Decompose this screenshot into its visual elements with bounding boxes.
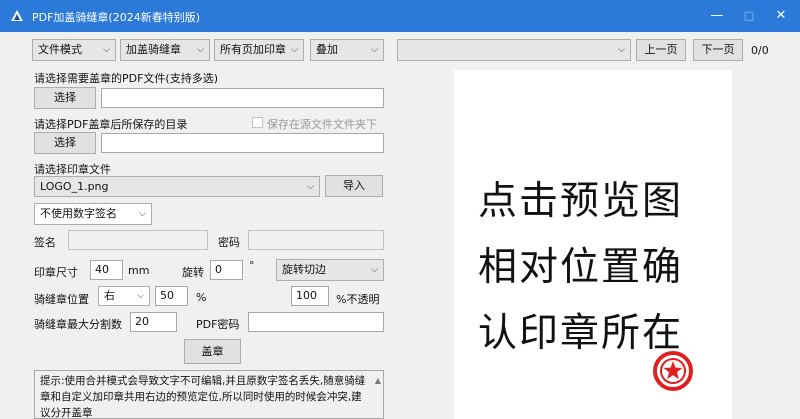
pages-select[interactable]: 所有页加印章 ⌵ bbox=[214, 39, 304, 61]
chevron-down-icon: ⌵ bbox=[291, 45, 298, 55]
save-in-source-label: 保存在源文件文件夹下 bbox=[267, 118, 377, 131]
signature-mode-value: 不使用数字签名 bbox=[40, 207, 117, 220]
title-bar: PDF加盖骑缝章(2024新春特别版) — □ ✕ bbox=[0, 0, 800, 32]
signature-mode-select[interactable]: 不使用数字签名 ⌵ bbox=[34, 203, 152, 225]
position-side-select[interactable]: 右 ⌵ bbox=[98, 286, 150, 306]
mode-select-value: 文件模式 bbox=[38, 43, 82, 56]
stamp-file-label: 请选择印章文件 bbox=[34, 163, 111, 176]
stamp-file-value: LOGO_1.png bbox=[40, 180, 109, 193]
mode-select[interactable]: 文件模式 ⌵ bbox=[32, 39, 116, 61]
tip-textbox[interactable]: 提示:使用合并模式会导致文字不可编辑,并且原数字签名丢失,随意骑缝章和自定义加印… bbox=[34, 370, 384, 419]
opacity-label: %不透明 bbox=[336, 293, 380, 306]
max-split-input[interactable]: 20 bbox=[130, 312, 177, 332]
preview-text-line-2: 相对位置确 bbox=[478, 245, 684, 290]
next-page-button[interactable]: 下一页 bbox=[693, 39, 743, 61]
output-dir-input[interactable] bbox=[101, 133, 384, 153]
pdf-password-input[interactable] bbox=[248, 312, 384, 332]
degree-symbol: ° bbox=[249, 259, 255, 272]
pdf-select-label: 请选择需要盖章的PDF文件(支持多选) bbox=[34, 72, 219, 85]
window-title: PDF加盖骑缝章(2024新春特别版) bbox=[32, 11, 201, 24]
position-label: 骑缝章位置 bbox=[34, 293, 89, 306]
position-percent-input[interactable]: 50 bbox=[155, 286, 188, 306]
maximize-button[interactable]: □ bbox=[732, 0, 766, 32]
page-counter: 0/0 bbox=[751, 44, 769, 57]
position-side-value: 右 bbox=[104, 289, 115, 302]
preview-text-line-1: 点击预览图 bbox=[478, 179, 684, 224]
signature-name-input bbox=[68, 230, 208, 250]
stamp-size-unit: mm bbox=[128, 264, 150, 277]
stamp-star-icon bbox=[653, 351, 693, 391]
chevron-down-icon: ⌵ bbox=[371, 265, 378, 275]
chevron-down-icon: ⌵ bbox=[618, 45, 625, 55]
rotate-input[interactable]: 0 bbox=[210, 260, 243, 280]
close-button[interactable]: ✕ bbox=[764, 0, 798, 32]
prev-page-button[interactable]: 上一页 bbox=[636, 39, 686, 61]
scroll-up-icon[interactable]: ▲ bbox=[375, 373, 381, 389]
rotate-mode-value: 旋转切边 bbox=[282, 263, 326, 276]
max-split-label: 骑缝章最大分割数 bbox=[34, 318, 122, 331]
signature-name-label: 签名 bbox=[34, 236, 56, 249]
position-percent-unit: % bbox=[196, 291, 207, 304]
opacity-input[interactable]: 100 bbox=[291, 286, 329, 306]
stamp-type-select[interactable]: 加盖骑缝章 ⌵ bbox=[120, 39, 210, 61]
chevron-down-icon: ⌵ bbox=[103, 45, 110, 55]
pdf-select-button[interactable]: 选择 bbox=[34, 87, 96, 109]
preview-pane[interactable]: 点击预览图 相对位置确 认印章所在 bbox=[454, 70, 732, 419]
stamp-file-select[interactable]: LOGO_1.png ⌵ bbox=[34, 176, 320, 197]
rotate-mode-select[interactable]: 旋转切边 ⌵ bbox=[276, 259, 384, 281]
page-select[interactable]: ⌵ bbox=[397, 39, 631, 61]
app-logo-icon bbox=[11, 10, 23, 21]
overlay-select-value: 叠加 bbox=[316, 43, 338, 56]
output-dir-label: 请选择PDF盖章后所保存的目录 bbox=[34, 118, 188, 131]
chevron-down-icon: ⌵ bbox=[139, 209, 146, 219]
app-window: PDF加盖骑缝章(2024新春特别版) — □ ✕ 文件模式 ⌵ 加盖骑缝章 ⌵… bbox=[0, 0, 800, 419]
stamp-size-input[interactable]: 40 bbox=[90, 260, 123, 280]
import-button[interactable]: 导入 bbox=[325, 175, 383, 197]
stamp-type-select-value: 加盖骑缝章 bbox=[126, 43, 181, 56]
stamp-size-label: 印章尺寸 bbox=[34, 266, 78, 279]
save-in-source-checkbox[interactable] bbox=[252, 117, 263, 128]
pdf-password-label: PDF密码 bbox=[196, 318, 240, 331]
chevron-down-icon: ⌵ bbox=[197, 45, 204, 55]
apply-stamp-button[interactable]: 盖章 bbox=[184, 339, 241, 364]
chevron-down-icon: ⌵ bbox=[137, 291, 144, 301]
signature-password-input bbox=[248, 230, 384, 250]
tip-text: 提示:使用合并模式会导致文字不可编辑,并且原数字签名丢失,随意骑缝章和自定义加印… bbox=[40, 375, 366, 419]
signature-password-label: 密码 bbox=[218, 236, 240, 249]
minimize-button[interactable]: — bbox=[700, 0, 734, 32]
output-dir-button[interactable]: 选择 bbox=[34, 132, 96, 154]
pages-select-value: 所有页加印章 bbox=[220, 43, 286, 56]
pdf-path-input[interactable] bbox=[101, 88, 384, 108]
chevron-down-icon: ⌵ bbox=[371, 45, 378, 55]
overlay-select[interactable]: 叠加 ⌵ bbox=[310, 39, 384, 61]
rotate-label: 旋转 bbox=[182, 266, 204, 279]
chevron-down-icon: ⌵ bbox=[307, 182, 314, 192]
